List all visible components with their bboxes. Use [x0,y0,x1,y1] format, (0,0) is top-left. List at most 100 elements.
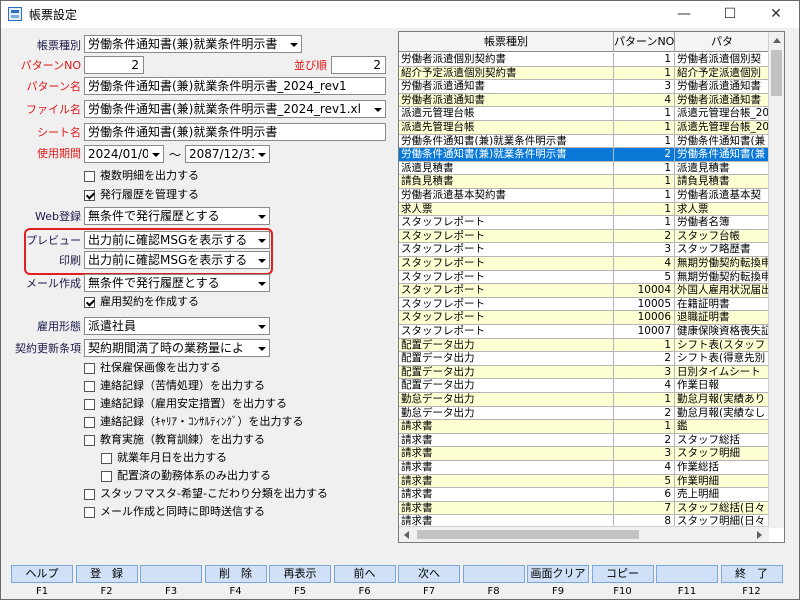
table-row[interactable]: 請求書 5 作業明細 [399,474,769,489]
function-key-button[interactable]: 画面クリア [527,565,589,583]
report-type-select[interactable]: 労働条件通知書(兼)就業条件明示書 [84,35,302,53]
function-key-f11[interactable]: F11 [656,565,718,599]
period-from-select[interactable]: 2024/01/01 [84,145,164,163]
table-row[interactable]: 請負見積書 1 請負見積書 [399,175,769,189]
table-row[interactable]: 勤怠データ出力 1 勤怠月報(実績あり [399,393,769,407]
function-key-f7[interactable]: 次へ F7 [398,565,460,599]
checkbox-send-immediately[interactable]: メール作成と同時に即時送信する [84,505,265,521]
function-key-f2[interactable]: 登 録 F2 [75,565,138,599]
column-header-report-type[interactable]: 帳票種別 [399,32,614,52]
checkbox-assigned-shift-only[interactable]: 配置済の勤務体系のみ出力する [101,469,271,485]
function-key-button[interactable]: コピー [591,565,654,583]
horizontal-scrollbar[interactable] [399,526,769,542]
checkbox-staff-preference[interactable]: スタッフマスタ-希望-こだわり分類を出力する [84,487,328,503]
function-key-button[interactable]: 再表示 [269,565,331,583]
table-row[interactable]: 派遣元管理台帳 1 派遣元管理台帳_20 [399,107,769,121]
horizontal-scroll-thumb[interactable] [417,530,639,539]
preview-value: 出力前に確認MSGを表示する [88,233,248,247]
table-row[interactable]: スタッフレポート 10005 在籍証明書 [399,297,769,312]
table-row[interactable]: 配置データ出力 2 シフト表(得意先別 [399,352,769,366]
function-key-button[interactable]: 次へ [398,565,460,583]
function-key-f9[interactable]: 画面クリア F9 [527,565,589,599]
checkbox-insurance-image[interactable]: 社保雇保画像を出力する [84,361,221,377]
function-key-button[interactable]: 登 録 [75,565,138,583]
table-row[interactable]: 請求書 3 スタッフ明細 [399,447,769,461]
file-name-select[interactable]: 労働条件通知書(兼)就業条件明示書_2024_rev1.xl [84,100,386,118]
function-key-button[interactable] [140,565,202,583]
table-row[interactable]: 労働者派遣通知書 4 労働者派遣通知書 [399,93,769,108]
function-key-button[interactable] [462,565,525,583]
period-to-select[interactable]: 2087/12/31 [185,145,270,163]
pattern-name-field[interactable]: 労働条件通知書(兼)就業条件明示書_2024_rev1 [84,77,386,95]
table-row[interactable]: 労働者派遣基本契約書 1 労働者派遣基本契 [399,189,769,203]
table-row[interactable]: 配置データ出力 3 日別タイムシート [399,365,769,380]
function-key-f12[interactable]: 終 了 F12 [720,565,783,599]
function-key-f10[interactable]: コピー F10 [591,565,654,599]
table-row[interactable]: 配置データ出力 1 シフト表(スタッフ [399,338,769,353]
table-row[interactable]: 派遣見積書 1 派遣見積書 [399,161,769,176]
employment-type-select[interactable]: 派遣社員 [84,317,270,335]
table-row[interactable]: スタッフレポート 1 労働者名簿 [399,216,769,230]
checkbox-work-date[interactable]: 就業年月日を出力する [101,451,227,467]
table-row[interactable]: 求人票 1 求人票 [399,202,769,217]
renewal-value: 契約期間満了時の業務量によ [88,341,245,355]
print-select[interactable]: 出力前に確認MSGを表示する [84,251,270,269]
function-key-button[interactable]: 前へ [333,565,396,583]
table-row[interactable]: 紹介予定派遣個別契約書 1 紹介予定派遣個別 [399,66,769,81]
function-key-button[interactable]: 削 除 [204,565,267,583]
column-header-pattern-name[interactable]: パタ [675,32,769,52]
function-key-f4[interactable]: 削 除 F4 [204,565,267,599]
function-key-button[interactable] [656,565,718,583]
table-row[interactable]: 労働者派遣個別契約書 1 労働者派遣個別契 [399,53,769,67]
table-row[interactable]: 労働条件通知書(兼)就業条件明示書 1 労働条件通知書(兼 [399,134,769,149]
checkbox-manage-history[interactable]: 発行履歴を管理する [84,188,199,204]
table-row[interactable]: 労働者派遣通知書 3 労働者派遣通知書 [399,80,769,94]
sheet-name-field[interactable]: 労働条件通知書(兼)就業条件明示書 [84,123,386,141]
table-row[interactable]: 労働条件通知書(兼)就業条件明示書 2 労働条件通知書(兼 [399,148,769,162]
preview-select[interactable]: 出力前に確認MSGを表示する [84,231,270,249]
table-row[interactable]: 請求書 1 鑑 [399,420,769,434]
scroll-left-icon[interactable] [404,531,409,539]
function-key-f6[interactable]: 前へ F6 [333,565,396,599]
function-key-f5[interactable]: 再表示 F5 [269,565,331,599]
table-row[interactable]: 請求書 6 売上明細 [399,488,769,502]
function-key-f8[interactable]: F8 [462,565,525,599]
table-row[interactable]: 請求書 2 スタッフ総括 [399,433,769,448]
close-button[interactable]: ✕ [753,1,799,28]
table-row[interactable]: 配置データ出力 4 作業日報 [399,379,769,393]
checkbox-create-contract[interactable]: 雇用契約を作成する [84,295,199,311]
function-key-button[interactable]: 終 了 [720,565,783,583]
sort-order-field[interactable]: 2 [331,56,386,74]
checkbox-employment-stability-record[interactable]: 連絡記録（雇用安定措置）を出力する [84,397,287,413]
table-row[interactable]: スタッフレポート 10007 健康保険資格喪失証 [399,325,769,339]
vertical-scroll-thumb[interactable] [771,50,782,96]
maximize-button[interactable]: ☐ [707,1,753,28]
table-row[interactable]: スタッフレポート 3 スタッフ略歴書 [399,243,769,257]
web-select[interactable]: 無条件で発行履歴とする [84,207,270,225]
checkbox-career-consulting-record[interactable]: 連絡記録（ｷｬﾘｱ・ｺﾝｻﾙﾃｨﾝｸﾞ）を出力する [84,415,304,431]
table-row[interactable]: 請求書 7 スタッフ総括(日々 [399,501,769,516]
minimize-button[interactable]: — [661,1,707,28]
mail-select[interactable]: 無条件で発行履歴とする [84,274,270,292]
function-key-f1[interactable]: ヘルプ F1 [11,565,73,599]
table-row[interactable]: 請求書 4 作業総括 [399,461,769,475]
pattern-no-field[interactable]: 2 [84,56,144,74]
table-row[interactable]: 勤怠データ出力 2 勤怠月報(実績なし [399,406,769,421]
report-pattern-grid[interactable]: 帳票種別 パターンNO パタ 労働者派遣個別契約書 1 労働者派遣個別契 紹介予定派遣… [398,31,785,543]
checkbox-education[interactable]: 教育実施（教育訓練）を出力する [84,433,265,449]
checkbox-complaint-record[interactable]: 連絡記録（苦情処理）を出力する [84,379,265,395]
table-row[interactable]: スタッフレポート 10006 退職証明書 [399,311,769,325]
renewal-select[interactable]: 契約期間満了時の業務量によ [84,339,270,357]
column-header-pattern-no[interactable]: パターンNO [614,32,675,52]
table-row[interactable]: スタッフレポート 10004 外国人雇用状況届出 [399,284,769,298]
function-key-button[interactable]: ヘルプ [11,565,73,583]
table-row[interactable]: スタッフレポート 5 無期労働契約転換申 [399,270,769,285]
table-row[interactable]: 派遣先管理台帳 1 派遣先管理台帳_20 [399,121,769,135]
vertical-scrollbar[interactable] [768,32,784,528]
scroll-up-icon[interactable] [773,38,781,43]
scroll-right-icon[interactable] [757,531,762,539]
checkbox-multi-detail[interactable]: 複数明細を出力する [84,169,199,185]
table-row[interactable]: スタッフレポート 4 無期労働契約転換申 [399,257,769,271]
table-row[interactable]: スタッフレポート 2 スタッフ台帳 [399,229,769,244]
function-key-f3[interactable]: F3 [140,565,202,599]
